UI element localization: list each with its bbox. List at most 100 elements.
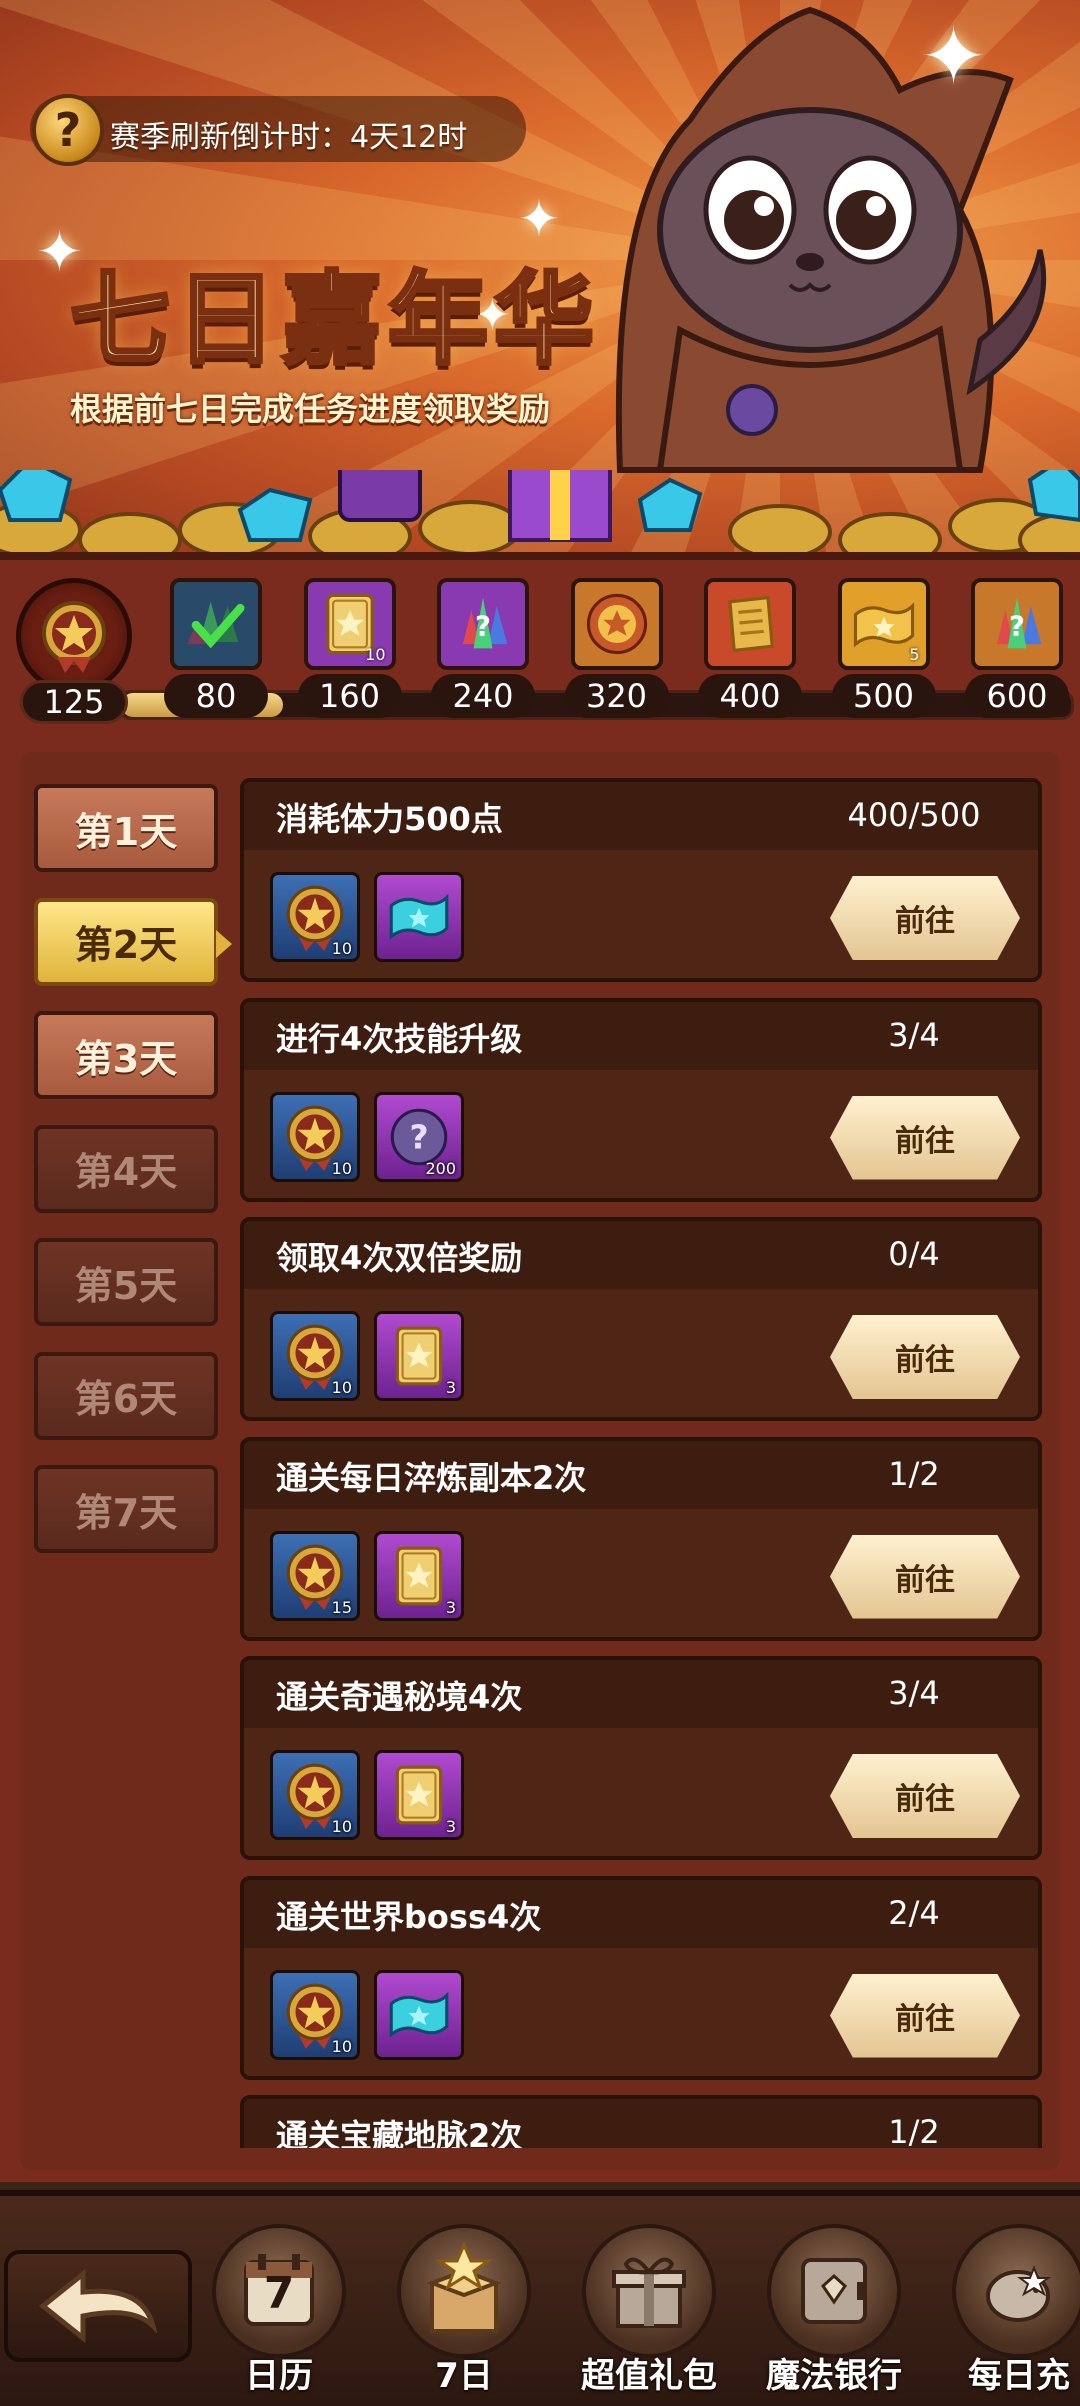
milestone-points: 320 — [564, 674, 669, 718]
reward-item[interactable]: 3 — [374, 1750, 464, 1840]
day-tab-5[interactable]: 第5天 — [34, 1238, 218, 1326]
go-button[interactable]: 前往 — [830, 1973, 1020, 2058]
season-countdown: 赛季刷新倒计时：4天12时 — [110, 120, 468, 155]
day-tab-label: 第6天 — [74, 1377, 178, 1421]
reward-item[interactable]: 10 — [270, 872, 360, 962]
milestone-points: 80 — [164, 674, 268, 718]
blue-ticket-icon — [383, 881, 455, 953]
back-button[interactable] — [4, 2250, 192, 2362]
back-arrow-icon — [38, 2268, 158, 2344]
task-title: 进行4次技能升级 — [276, 1019, 523, 1058]
day-tab-label: 第7天 — [74, 1490, 178, 1535]
milestone-reward[interactable]: 10 160 — [297, 578, 402, 718]
go-button[interactable]: 前往 — [830, 1754, 1020, 1838]
reward-count: 3 — [445, 1378, 456, 1397]
milestone-reward[interactable]: 80 — [164, 578, 268, 718]
day-tab-label: 第5天 — [74, 1263, 178, 1308]
nav-gift-box[interactable]: 超值礼包 — [574, 2224, 724, 2396]
day-tab-1[interactable]: 第1天 — [34, 784, 218, 872]
task-header: 进行4次技能升级 3/4 — [244, 1001, 1038, 1070]
reward-item[interactable]: 3 — [374, 1530, 464, 1621]
current-points: 125 — [20, 680, 128, 724]
go-button[interactable]: 前往 — [830, 1315, 1020, 1399]
go-button[interactable]: 前往 — [830, 876, 1020, 960]
task-progress: 0/4 — [888, 1235, 940, 1273]
reward-item[interactable] — [374, 1969, 464, 2060]
task-card: 消耗体力500点 400/500 10 前往 — [240, 778, 1042, 982]
gold-card-icon — [383, 1320, 455, 1392]
reward-count: 10 — [331, 2036, 352, 2056]
task-progress: 2/4 — [888, 1893, 940, 1932]
day-tab-7[interactable]: 第7天 — [34, 1465, 218, 1553]
milestone-item-count: 5 — [909, 645, 920, 664]
milestone-points: 500 — [831, 674, 936, 718]
day-tab-6[interactable]: 第6天 — [34, 1351, 218, 1440]
reward-item[interactable]: 15 — [270, 1530, 360, 1621]
gold-card-icon — [383, 1759, 455, 1831]
gift-box-icon — [582, 2224, 716, 2358]
nav-label: 7日 — [435, 2356, 493, 2396]
reward-item[interactable]: 3 — [374, 1311, 464, 1401]
gold-ticket-icon: 5 — [837, 578, 930, 670]
go-button-label: 前往 — [895, 1343, 955, 1378]
milestone-reward[interactable]: 320 — [564, 578, 669, 718]
calendar-day-number: 7 — [263, 2268, 295, 2319]
reward-item[interactable]: 10 — [270, 1969, 360, 2060]
nav-piggy-bank[interactable]: 每日充 — [944, 2224, 1080, 2396]
day-tab-label: 第2天 — [74, 923, 178, 967]
reward-count: 10 — [331, 1817, 352, 1836]
blue-ticket-icon — [383, 1979, 455, 2051]
day-tab-2[interactable]: 第2天 — [34, 897, 232, 986]
go-button-label: 前往 — [895, 1562, 955, 1598]
reward-count: 15 — [331, 1597, 352, 1617]
task-list[interactable]: 消耗体力500点 400/500 10 前往 进行4次技能升级 3/4 10 ?… — [240, 778, 1046, 2148]
milestone-reward[interactable]: ? 600 — [965, 578, 1069, 718]
star-box-icon — [397, 2224, 531, 2358]
milestone-item-count: 10 — [365, 645, 386, 664]
nav-star-box[interactable]: 7日 — [389, 2224, 539, 2396]
go-button[interactable]: 前往 — [830, 1095, 1020, 1180]
nav-label: 魔法银行 — [766, 2356, 902, 2396]
reward-count: 10 — [331, 1158, 352, 1178]
task-header: 消耗体力500点 400/500 — [244, 782, 1038, 850]
reward-count: 10 — [331, 939, 352, 958]
milestone-points: 400 — [698, 674, 802, 718]
event-title: 七日嘉年华 — [68, 258, 600, 380]
nav-calendar[interactable]: 7 日历 — [204, 2224, 354, 2396]
nav-label: 日历 — [245, 2356, 313, 2396]
mystery-crystal-icon: ? — [971, 578, 1063, 670]
milestone-reward[interactable]: 5 500 — [831, 578, 936, 718]
task-card: 通关奇遇秘境4次 3/4 10 3 前往 — [240, 1656, 1042, 1860]
reward-count: 200 — [425, 1158, 456, 1178]
gold-card-icon — [383, 1540, 455, 1612]
task-title: 通关世界boss4次 — [276, 1897, 542, 1936]
help-icon[interactable]: ? — [32, 94, 104, 166]
mystery-crystal-icon: ? — [437, 578, 529, 670]
milestone-reward[interactable]: ? 240 — [431, 578, 535, 718]
go-button-label: 前往 — [895, 1123, 955, 1159]
reward-item[interactable] — [374, 872, 464, 962]
task-progress: 3/4 — [888, 1015, 940, 1054]
day-tab-3[interactable]: 第3天 — [34, 1011, 218, 1099]
task-header: 领取4次双倍奖励 0/4 — [244, 1221, 1038, 1289]
nav-safe[interactable]: 魔法银行 — [759, 2224, 909, 2396]
reward-item[interactable]: 10 — [270, 1750, 360, 1840]
nav-label: 每日充 — [968, 2356, 1070, 2396]
day-tab-label: 第3天 — [74, 1036, 178, 1081]
reward-item[interactable]: ? 200 — [374, 1091, 464, 1182]
reward-item[interactable]: 10 — [270, 1311, 360, 1401]
reward-item[interactable]: 10 — [270, 1091, 360, 1182]
task-header: 通关宝藏地脉2次 1/2 — [244, 2099, 1038, 2148]
go-button[interactable]: 前往 — [830, 1534, 1020, 1619]
task-title: 通关奇遇秘境4次 — [276, 1678, 523, 1716]
task-card: 通关每日淬炼副本2次 1/2 15 3 前往 — [240, 1436, 1042, 1641]
task-progress: 400/500 — [847, 796, 981, 834]
green-crystal-claimed-icon — [170, 578, 262, 670]
svg-text:?: ? — [409, 1117, 428, 1156]
day-tab-4[interactable]: 第4天 — [34, 1124, 218, 1213]
task-title: 通关宝藏地脉2次 — [276, 2117, 523, 2148]
task-card: 通关宝藏地脉2次 1/2 前往 — [240, 2095, 1042, 2148]
task-header: 通关世界boss4次 2/4 — [244, 1879, 1038, 1948]
milestone-reward[interactable]: 400 — [698, 578, 802, 718]
points-medal-icon — [16, 578, 132, 694]
